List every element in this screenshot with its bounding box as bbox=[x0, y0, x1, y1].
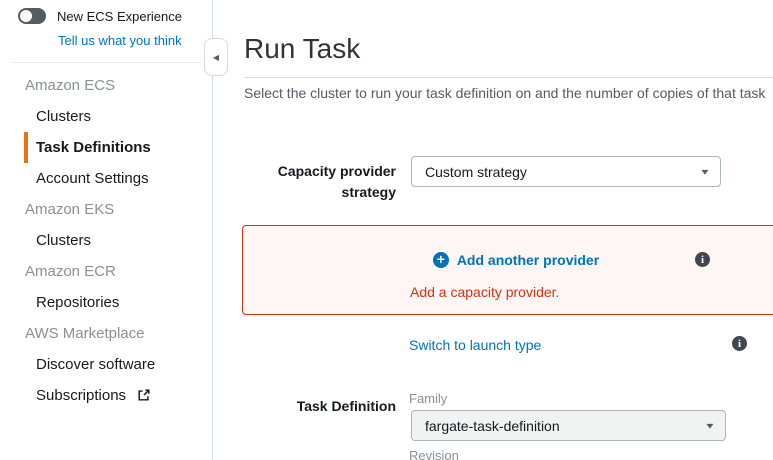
caret-down-icon: ▼ bbox=[699, 167, 711, 176]
info-icon[interactable]: i bbox=[732, 336, 747, 351]
sidebar-item-task-definitions[interactable]: Task Definitions bbox=[24, 132, 212, 163]
info-glyph: i bbox=[738, 338, 741, 350]
add-another-provider-label: Add another provider bbox=[457, 252, 599, 268]
sidebar-item-label: Subscriptions bbox=[36, 387, 126, 404]
sidebar-item-ecs-clusters[interactable]: Clusters bbox=[0, 101, 212, 132]
main-content: Run Task Select the cluster to run your … bbox=[213, 0, 773, 460]
section-header-amazon-ecr: Amazon ECR bbox=[0, 256, 212, 287]
capacity-provider-error-box: + Add another provider Add a capacity pr… bbox=[242, 225, 773, 315]
section-header-amazon-ecs: Amazon ECS bbox=[0, 70, 212, 101]
feedback-link[interactable]: Tell us what you think bbox=[58, 33, 182, 48]
sidebar: New ECS Experience Tell us what you thin… bbox=[0, 0, 213, 460]
family-label: Family bbox=[409, 391, 447, 406]
sidebar-item-subscriptions[interactable]: Subscriptions bbox=[0, 380, 212, 411]
toggle-knob-icon bbox=[20, 10, 32, 22]
new-ecs-experience-toggle[interactable] bbox=[18, 8, 46, 24]
external-link-icon bbox=[137, 388, 151, 402]
validation-message: Add a capacity provider. bbox=[410, 284, 559, 300]
sidebar-item-eks-clusters[interactable]: Clusters bbox=[0, 225, 212, 256]
sidebar-item-account-settings[interactable]: Account Settings bbox=[0, 163, 212, 194]
page-title: Run Task bbox=[244, 32, 360, 66]
chevron-left-icon: ◀ bbox=[213, 53, 219, 62]
title-divider bbox=[244, 77, 773, 78]
family-value: fargate-task-definition bbox=[425, 418, 560, 434]
switch-to-launch-type-link[interactable]: Switch to launch type bbox=[409, 337, 541, 353]
sidebar-item-repositories[interactable]: Repositories bbox=[0, 287, 212, 318]
task-definition-label: Task Definition bbox=[244, 396, 396, 417]
capacity-provider-strategy-select[interactable]: Custom strategy ▼ bbox=[411, 156, 721, 187]
family-select[interactable]: fargate-task-definition ▼ bbox=[411, 410, 726, 441]
capacity-provider-strategy-value: Custom strategy bbox=[425, 164, 527, 180]
plus-circle-icon: + bbox=[433, 252, 449, 268]
revision-label: Revision bbox=[409, 448, 459, 460]
new-experience-row: New ECS Experience bbox=[18, 8, 212, 24]
new-experience-label: New ECS Experience bbox=[57, 9, 182, 24]
section-header-aws-marketplace: AWS Marketplace bbox=[0, 318, 212, 349]
sidebar-nav: Amazon ECS Clusters Task Definitions Acc… bbox=[0, 63, 212, 411]
section-header-amazon-eks: Amazon EKS bbox=[0, 194, 212, 225]
caret-down-icon: ▼ bbox=[704, 421, 716, 430]
sidebar-collapse-tab[interactable]: ◀ bbox=[204, 38, 228, 76]
page-description: Select the cluster to run your task defi… bbox=[244, 85, 765, 101]
info-glyph: i bbox=[701, 254, 704, 266]
capacity-provider-strategy-label: Capacity provider strategy bbox=[244, 161, 396, 203]
info-icon[interactable]: i bbox=[695, 252, 710, 267]
add-another-provider-button[interactable]: + Add another provider bbox=[243, 252, 773, 268]
sidebar-item-discover-software[interactable]: Discover software bbox=[0, 349, 212, 380]
